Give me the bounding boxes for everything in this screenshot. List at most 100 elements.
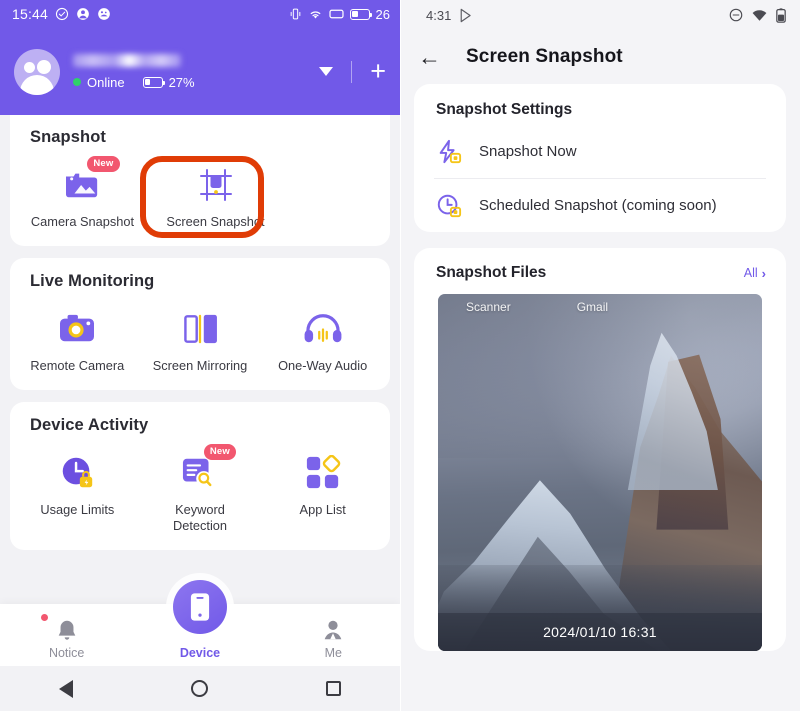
thumbnail-app-labels: Scanner Gmail — [438, 300, 762, 314]
headphones-icon — [302, 303, 344, 355]
sim-icon — [328, 9, 344, 19]
tile-screen-snapshot[interactable]: Screen Snapshot — [149, 159, 282, 230]
speedometer-icon — [98, 8, 110, 20]
thumb-app-label: Scanner — [466, 300, 511, 314]
settings-card-title: Snapshot Settings — [436, 101, 573, 118]
screen-mirroring-icon — [180, 303, 220, 355]
device-battery-icon — [142, 76, 166, 88]
status-right-group: 26 — [289, 7, 390, 22]
tile-label: Keyword Detection — [172, 502, 228, 533]
plus-icon[interactable]: + — [370, 58, 386, 85]
tile-keyword-detection[interactable]: New Keyword Detection — [139, 444, 262, 534]
device-battery-label: 27% — [168, 74, 195, 90]
recents-icon[interactable] — [326, 681, 341, 696]
home-icon[interactable] — [191, 680, 208, 697]
bottom-nav: Notice Device Me — [0, 580, 400, 666]
dual-phone-screenshot: 15:44 26 Online 27% + Snapshot New Camer… — [0, 0, 800, 711]
right-phone-screen: 4:31 ← Screen Snapshot Snapshot Settings — [400, 0, 800, 711]
clock-lock-icon — [58, 447, 96, 499]
avatar — [14, 48, 60, 95]
all-files-link[interactable]: All › — [744, 266, 766, 281]
card-live-monitoring: Live Monitoring Remote Camera Screen Mir… — [10, 258, 390, 390]
chevron-down-icon[interactable] — [319, 67, 334, 76]
thumb-app-label: Gmail — [576, 300, 609, 314]
section-title-device-activity: Device Activity — [30, 416, 149, 434]
device-header: Online 27% + — [0, 28, 400, 115]
battery-icon — [349, 8, 373, 20]
header-actions: + — [319, 58, 386, 85]
keyword-search-icon: New — [180, 444, 236, 499]
section-title-live-monitoring: Live Monitoring — [30, 272, 155, 290]
tile-label: Usage Limits — [40, 502, 115, 517]
notification-dot — [40, 614, 48, 621]
battery-percent: 26 — [375, 6, 390, 22]
nav-label: Device — [179, 646, 221, 660]
phone-icon — [172, 580, 227, 634]
system-navigation-bar — [0, 666, 400, 711]
row-label: Scheduled Snapshot (coming soon) — [479, 197, 717, 214]
tile-label: App List — [299, 502, 346, 517]
page-title: Screen Snapshot — [466, 46, 623, 67]
section-title-snapshot: Snapshot — [30, 128, 106, 146]
tile-label: Screen Snapshot — [166, 214, 265, 229]
row-scheduled-snapshot[interactable]: Scheduled Snapshot (coming soon) — [414, 179, 786, 232]
device-name-masked — [73, 53, 181, 67]
app-grid-icon — [305, 447, 341, 499]
nav-item-notice[interactable]: Notice — [12, 613, 122, 660]
snapshot-tiles: New Camera Snapshot Screen Snapshot — [10, 156, 390, 230]
status-time: 4:31 — [426, 7, 452, 23]
panel-divider — [400, 0, 401, 711]
left-status-bar: 15:44 26 — [0, 0, 400, 28]
tile-screen-mirroring[interactable]: Screen Mirroring — [139, 303, 262, 374]
device-status-row: Online 27% — [73, 75, 319, 90]
clock-capture-icon — [437, 194, 462, 217]
header-divider — [351, 60, 353, 83]
check-circle-icon — [55, 7, 69, 21]
screen-capture-icon — [196, 159, 236, 211]
tile-one-way-audio[interactable]: One-Way Audio — [261, 303, 384, 374]
account-icon — [77, 8, 89, 20]
person-icon — [321, 613, 345, 643]
camera-icon — [57, 303, 97, 355]
online-dot-icon — [73, 78, 81, 86]
tile-label: One-Way Audio — [278, 358, 368, 373]
tile-usage-limits[interactable]: Usage Limits — [16, 447, 139, 534]
tile-remote-camera[interactable]: Remote Camera — [16, 303, 139, 374]
files-header: Snapshot Files All › — [414, 248, 786, 294]
live-monitoring-tiles: Remote Camera Screen Mirroring One-Way A… — [10, 303, 390, 374]
app-bar: ← Screen Snapshot — [400, 30, 800, 84]
all-label: All — [743, 266, 758, 280]
nav-item-me[interactable]: Me — [278, 613, 388, 660]
right-status-bar: 4:31 — [400, 0, 800, 30]
back-arrow-icon[interactable]: ← — [418, 45, 452, 69]
card-snapshot-settings: Snapshot Settings Snapshot Now Scheduled… — [414, 84, 786, 232]
tile-label: Remote Camera — [30, 358, 125, 373]
tile-camera-snapshot[interactable]: New Camera Snapshot — [16, 156, 149, 230]
tile-app-list[interactable]: App List — [261, 447, 384, 534]
left-phone-screen: 15:44 26 Online 27% + Snapshot New Camer… — [0, 0, 400, 711]
snapshot-thumbnail[interactable]: Scanner Gmail 2024/01/10 16:31 — [438, 294, 762, 651]
device-header-texts: Online 27% — [73, 53, 319, 90]
nav-label: Notice — [48, 646, 85, 660]
card-device-activity: Device Activity Usage Limits New Keyword… — [10, 402, 390, 550]
device-activity-tiles: Usage Limits New Keyword Detection App L… — [10, 444, 390, 534]
lightning-capture-icon — [439, 139, 462, 163]
right-status-right — [729, 7, 786, 23]
status-left-group: 15:44 — [12, 6, 111, 22]
nav-label: Me — [324, 646, 342, 660]
card-snapshot-files: Snapshot Files All › Scanner Gmail 2024/… — [414, 248, 786, 651]
wifi-icon — [752, 9, 767, 21]
files-card-title: Snapshot Files — [436, 264, 547, 281]
back-icon[interactable] — [59, 679, 73, 698]
vibrate-icon — [290, 8, 300, 20]
status-time: 15:44 — [12, 6, 49, 22]
online-label: Online — [87, 74, 125, 90]
row-label: Snapshot Now — [479, 143, 577, 160]
row-snapshot-now[interactable]: Snapshot Now — [414, 125, 786, 178]
wifi-icon — [310, 11, 320, 19]
nav-item-device[interactable]: Device — [145, 580, 255, 660]
right-status-left: 4:31 — [426, 8, 473, 23]
bell-icon — [40, 613, 79, 643]
badge-new: New — [87, 156, 120, 172]
snapshot-timestamp: 2024/01/10 16:31 — [438, 613, 762, 651]
